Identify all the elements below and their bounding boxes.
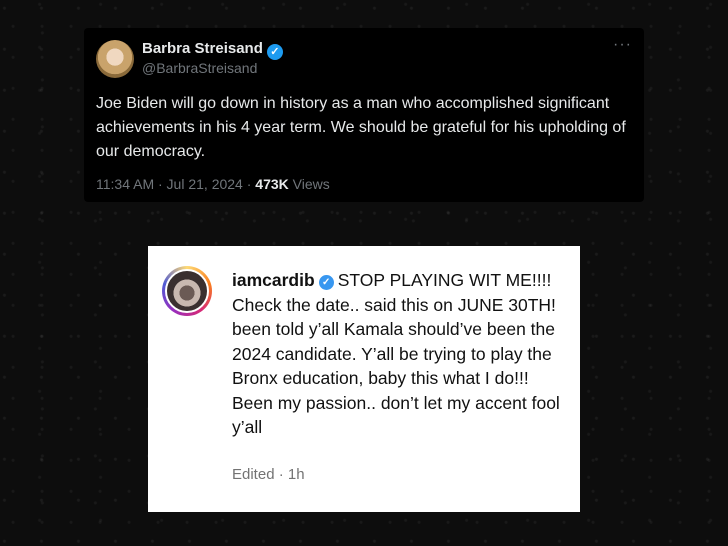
verified-badge-icon: ✓ [318,275,334,290]
instagram-comment-meta: Edited · 1h [232,466,305,483]
story-ring[interactable] [162,266,212,316]
verified-badge-icon: ✓ [266,44,283,60]
tweet-views-count: 473K [255,176,289,192]
instagram-username[interactable]: iamcardib [232,270,315,290]
tweet-views-label: Views [288,176,330,192]
tweet-text: Joe Biden will go down in history as a m… [96,95,626,160]
tweet-author-name-text[interactable]: Barbra Streisand [142,40,263,57]
instagram-avatar[interactable] [165,269,209,313]
tweet-author-avatar[interactable] [96,40,134,78]
tweet-meta: 11:34 AM · Jul 21, 2024 · 473K Views [96,176,330,192]
more-options-icon[interactable]: ··· [613,36,632,54]
tweet-card: Barbra Streisand ✓ @BarbraStreisand ··· J… [84,28,644,202]
tweet-author-handle[interactable]: @BarbraStreisand [142,60,257,76]
tweet-author-name[interactable]: Barbra Streisand ✓ [142,40,283,60]
tweet-timestamp[interactable]: 11:34 AM · Jul 21, 2024 · [96,176,255,192]
instagram-comment: iamcardib ✓ STOP PLAYING WIT ME!!!! Check … [232,268,562,440]
instagram-comment-text: STOP PLAYING WIT ME!!!! Check the date..… [232,270,560,437]
instagram-comment-card: iamcardib ✓ STOP PLAYING WIT ME!!!! Check … [148,246,580,512]
